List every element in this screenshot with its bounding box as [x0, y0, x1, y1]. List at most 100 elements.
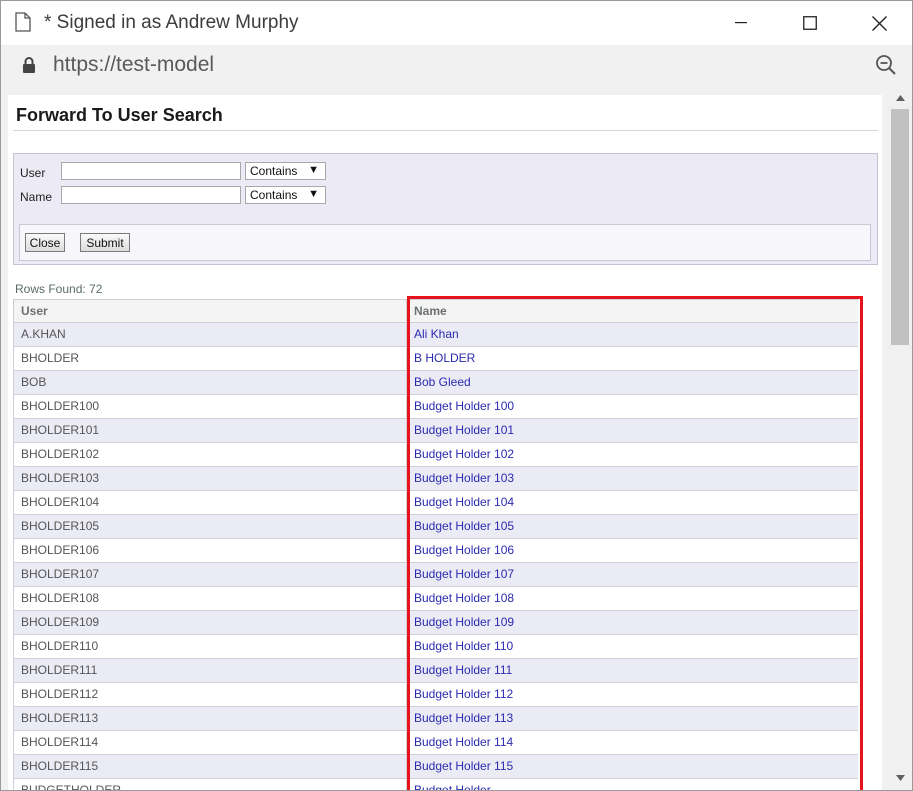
maximize-button[interactable] — [787, 1, 833, 45]
table-row[interactable]: BHOLDER111 Budget Holder 111 — [13, 659, 858, 683]
table-row[interactable]: BUDGETHOLDER Budget.Holder — [13, 779, 858, 791]
scroll-up-button[interactable] — [888, 89, 912, 107]
user-cell: A.KHAN — [21, 327, 66, 341]
user-cell: BHOLDER109 — [21, 615, 100, 629]
table-row[interactable]: BHOLDER114 Budget Holder 114 — [13, 731, 858, 755]
name-link[interactable]: B HOLDER — [407, 347, 864, 370]
name-link[interactable]: Budget Holder 106 — [407, 539, 864, 562]
page-content: Forward To User Search User Contains ▼ N… — [8, 95, 882, 791]
name-link[interactable]: Ali Khan — [407, 323, 864, 346]
user-cell: BHOLDER104 — [21, 495, 100, 509]
maximize-icon — [803, 16, 817, 30]
name-link[interactable]: Budget Holder 115 — [407, 755, 864, 778]
table-row[interactable]: BHOLDER109 Budget Holder 109 — [13, 611, 858, 635]
user-cell: BHOLDER105 — [21, 519, 100, 533]
lock-icon — [22, 56, 36, 79]
user-cell: BHOLDER102 — [21, 447, 100, 461]
table-row[interactable]: A.KHAN Ali Khan — [13, 323, 858, 347]
zoom-out-icon[interactable] — [875, 54, 897, 81]
dropdown-arrow-icon: ▼ — [308, 164, 319, 176]
name-link[interactable]: Budget Holder 110 — [407, 635, 864, 658]
rows-found-count: Rows Found: 72 — [15, 282, 103, 296]
table-row[interactable]: BHOLDER102 Budget Holder 102 — [13, 443, 858, 467]
table-row[interactable]: BHOLDER105 Budget Holder 105 — [13, 515, 858, 539]
close-button[interactable]: Close — [25, 233, 65, 252]
user-field-label: User — [20, 166, 46, 180]
table-row[interactable]: BHOLDER110 Budget Holder 110 — [13, 635, 858, 659]
table-row[interactable]: BHOLDER112 Budget Holder 112 — [13, 683, 858, 707]
scrollbar-thumb[interactable] — [891, 109, 909, 345]
name-link[interactable]: Budget Holder 102 — [407, 443, 864, 466]
chevron-up-icon — [895, 95, 905, 101]
minimize-icon — [735, 22, 747, 24]
table-row[interactable]: BHOLDER B HOLDER — [13, 347, 858, 371]
user-cell: BHOLDER113 — [21, 711, 99, 725]
name-link[interactable]: Budget Holder 107 — [407, 563, 864, 586]
name-link[interactable]: Budget Holder 100 — [407, 395, 864, 418]
window-title: * Signed in as Andrew Murphy — [44, 12, 299, 33]
dropdown-arrow-icon: ▼ — [308, 188, 319, 200]
user-cell: BHOLDER114 — [21, 735, 99, 749]
table-row[interactable]: BHOLDER113 Budget Holder 113 — [13, 707, 858, 731]
table-row[interactable]: BHOLDER108 Budget Holder 108 — [13, 587, 858, 611]
user-cell: BHOLDER — [21, 351, 80, 365]
name-field-label: Name — [20, 190, 53, 204]
name-link[interactable]: Budget Holder 113 — [407, 707, 864, 730]
url-text[interactable]: https://test-model — [53, 53, 214, 77]
name-link[interactable]: Budget Holder 103 — [407, 467, 864, 490]
minimize-button[interactable] — [718, 1, 764, 45]
table-row[interactable]: BOB Bob Gleed — [13, 371, 858, 395]
column-header-user[interactable]: User — [13, 300, 414, 322]
user-cell: BHOLDER103 — [21, 471, 100, 485]
table-row[interactable]: BHOLDER101 Budget Holder 101 — [13, 419, 858, 443]
user-operator-select[interactable]: Contains ▼ — [245, 162, 326, 180]
browser-window: * Signed in as Andrew Murphy https://tes… — [0, 0, 913, 791]
name-link[interactable]: Budget Holder 105 — [407, 515, 864, 538]
results-table: User Name A.KHAN Ali Khan BHOLDER B HOLDER B… — [13, 299, 858, 791]
title-bar: * Signed in as Andrew Murphy — [1, 1, 912, 45]
scroll-down-button[interactable] — [888, 769, 912, 787]
name-link[interactable]: Bob Gleed — [407, 371, 864, 394]
name-link[interactable]: Budget Holder 112 — [407, 683, 864, 706]
document-icon — [15, 12, 31, 32]
user-cell: BHOLDER101 — [21, 423, 100, 437]
user-cell: BUDGETHOLDER — [21, 783, 122, 791]
user-operator-value: Contains — [250, 164, 298, 178]
user-cell: BHOLDER108 — [21, 591, 100, 605]
name-link[interactable]: Budget Holder 104 — [407, 491, 864, 514]
table-row[interactable]: BHOLDER103 Budget Holder 103 — [13, 467, 858, 491]
user-search-input[interactable] — [61, 162, 241, 180]
submit-button[interactable]: Submit — [80, 233, 130, 252]
name-operator-select[interactable]: Contains ▼ — [245, 186, 326, 204]
name-link[interactable]: Budget Holder 108 — [407, 587, 864, 610]
table-row[interactable]: BHOLDER106 Budget Holder 106 — [13, 539, 858, 563]
name-link[interactable]: Budget Holder 114 — [407, 731, 864, 754]
name-link[interactable]: Budget Holder 111 — [407, 659, 864, 682]
button-bar: Close Submit — [19, 224, 871, 261]
user-cell: BHOLDER107 — [21, 567, 100, 581]
name-search-input[interactable] — [61, 186, 241, 204]
search-panel: User Contains ▼ Name Contains ▼ Close Su… — [13, 153, 878, 265]
close-window-button[interactable] — [856, 1, 902, 45]
table-row[interactable]: BHOLDER107 Budget Holder 107 — [13, 563, 858, 587]
name-link[interactable]: Budget Holder 109 — [407, 611, 864, 634]
user-cell: BHOLDER106 — [21, 543, 100, 557]
user-cell: BHOLDER115 — [21, 759, 99, 773]
user-cell: BHOLDER110 — [21, 639, 99, 653]
title-divider — [13, 130, 878, 131]
table-row[interactable]: BHOLDER104 Budget Holder 104 — [13, 491, 858, 515]
vertical-scrollbar[interactable] — [888, 89, 912, 790]
user-cell: BHOLDER112 — [21, 687, 99, 701]
close-icon — [871, 15, 887, 31]
name-link[interactable]: Budget Holder 101 — [407, 419, 864, 442]
user-cell: BOB — [21, 375, 47, 389]
page-title: Forward To User Search — [16, 105, 223, 125]
chevron-down-icon — [895, 775, 905, 781]
address-bar: https://test-model — [1, 45, 912, 87]
table-row[interactable]: BHOLDER100 Budget Holder 100 — [13, 395, 858, 419]
table-row[interactable]: BHOLDER115 Budget Holder 115 — [13, 755, 858, 779]
column-header-name[interactable]: Name — [407, 300, 864, 322]
name-link[interactable]: Budget.Holder — [407, 779, 864, 790]
user-cell: BHOLDER100 — [21, 399, 100, 413]
user-cell: BHOLDER111 — [21, 663, 98, 677]
